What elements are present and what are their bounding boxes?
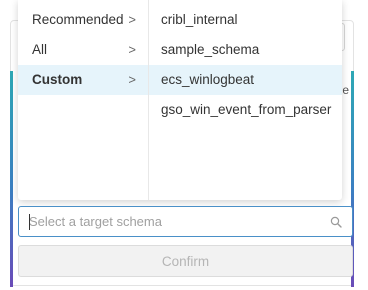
confirm-button[interactable]: Confirm bbox=[18, 245, 353, 277]
category-label: Custom bbox=[32, 72, 83, 87]
category-item-recommended[interactable]: Recommended > bbox=[18, 5, 148, 35]
schema-item[interactable]: gso_win_event_from_parser bbox=[149, 95, 342, 125]
category-label: All bbox=[32, 42, 48, 57]
category-column: Recommended > All > Custom > bbox=[18, 0, 149, 200]
chevron-right-icon: > bbox=[128, 72, 136, 87]
schema-item[interactable]: sample_schema bbox=[149, 35, 342, 65]
cascading-schema-dropdown: Recommended > All > Custom > cribl_inter… bbox=[18, 0, 342, 200]
chevron-right-icon: > bbox=[128, 12, 136, 27]
category-label: Recommended bbox=[32, 12, 124, 27]
schema-picker-page: e Recommended > All > Custom > cribl_int… bbox=[0, 0, 368, 290]
schema-search-input[interactable] bbox=[29, 207, 319, 236]
schema-item-highlighted[interactable]: ecs_winlogbeat bbox=[149, 65, 342, 95]
chevron-right-icon: > bbox=[128, 42, 136, 57]
category-item-custom[interactable]: Custom > bbox=[18, 65, 148, 95]
schema-search-box bbox=[18, 206, 353, 237]
background-clipped-text: e bbox=[342, 83, 349, 97]
schema-item[interactable]: cribl_internal bbox=[149, 5, 342, 35]
category-item-all[interactable]: All > bbox=[18, 35, 148, 65]
search-icon bbox=[330, 216, 342, 228]
schema-column: cribl_internal sample_schema ecs_winlogb… bbox=[149, 0, 342, 200]
panel-accent-left bbox=[10, 71, 13, 287]
text-cursor bbox=[29, 214, 30, 230]
